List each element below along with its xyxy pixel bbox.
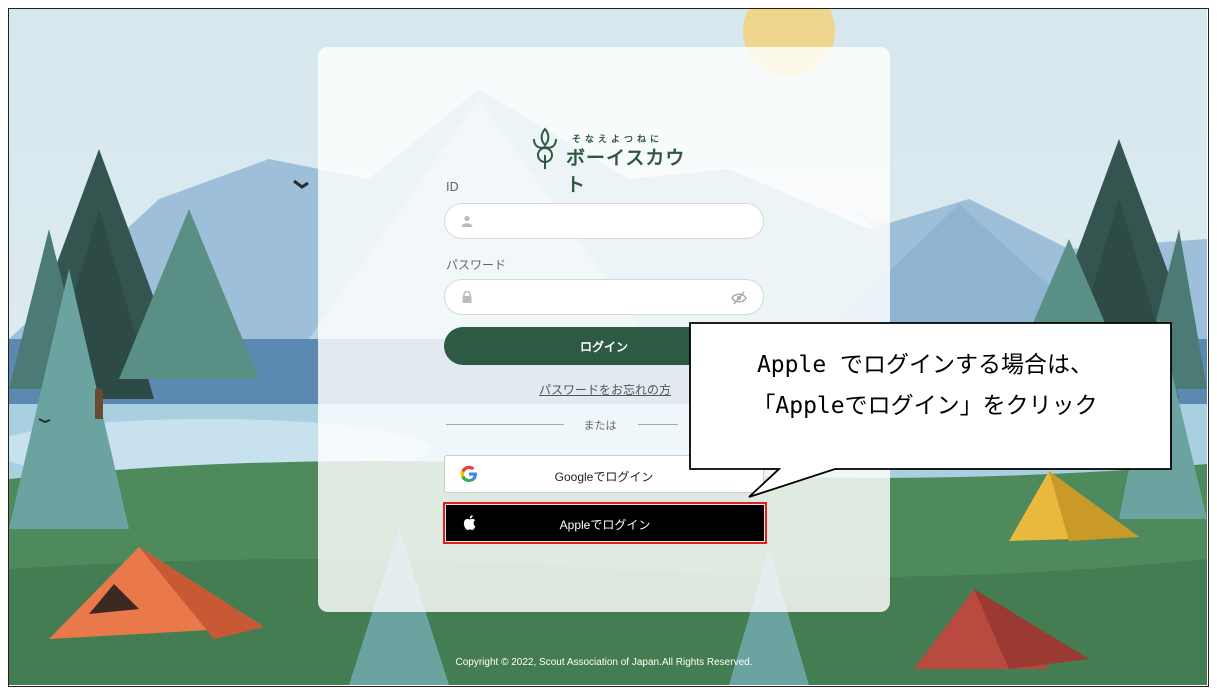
scout-emblem-icon — [533, 127, 557, 169]
callout-line-2: 「Appleでログイン」をクリック — [752, 393, 1098, 419]
divider-line-left — [446, 424, 564, 425]
divider-text: または — [583, 419, 617, 432]
id-field[interactable] — [444, 203, 764, 239]
logo-name: ボーイスカウト — [566, 147, 686, 196]
user-icon — [461, 215, 473, 227]
apple-login-button[interactable]: Appleでログイン — [446, 505, 764, 541]
google-login-label: Googleでログイン — [554, 470, 654, 484]
password-field[interactable] — [444, 279, 764, 315]
google-login-button[interactable]: Googleでログイン — [444, 455, 764, 493]
lock-icon — [462, 291, 472, 303]
callout-line-1: Apple でログインする場合は、 — [756, 352, 1094, 378]
scout-logo: そなえよつねに ボーイスカウト — [528, 125, 698, 196]
eye-off-icon[interactable] — [731, 291, 747, 305]
instruction-callout: Apple でログインする場合は、 「Appleでログイン」をクリック — [690, 345, 1160, 427]
id-label: ID — [446, 180, 459, 194]
apple-login-label: Appleでログイン — [559, 518, 651, 532]
password-label: パスワード — [446, 258, 507, 272]
copyright-text: Copyright © 2022, Scout Association of J… — [455, 657, 753, 668]
divider-line-right — [638, 424, 678, 425]
forgot-password-link[interactable]: パスワードをお忘れの方 — [530, 381, 680, 398]
